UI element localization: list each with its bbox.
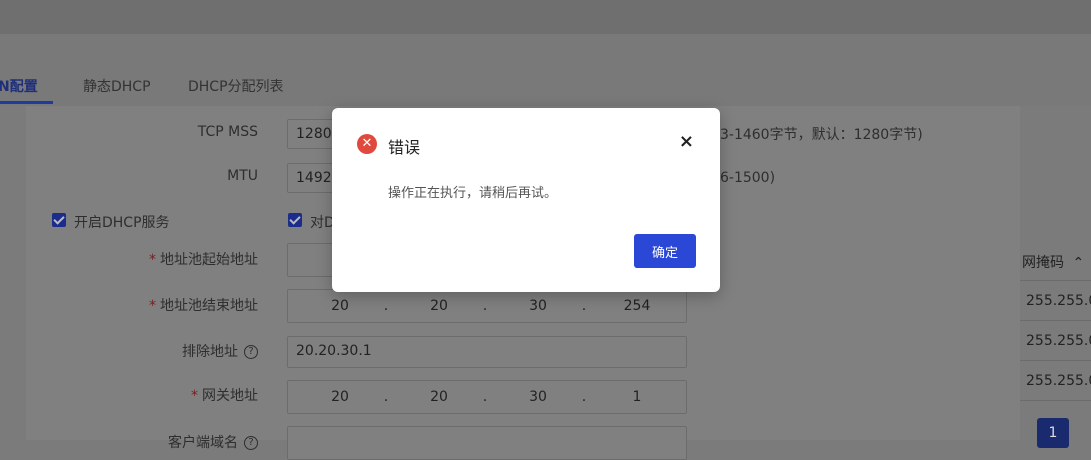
- tab-static-dhcp[interactable]: 静态DHCP: [83, 76, 151, 96]
- ip-dot: .: [581, 298, 587, 314]
- table-cell-mask: 255.255.0: [1026, 373, 1091, 389]
- ip-segment[interactable]: 30: [498, 290, 578, 322]
- tcp-mss-hint: 3-1460字节，默认：1280字节): [720, 127, 923, 143]
- ip-segment[interactable]: 20: [399, 381, 479, 413]
- tcp-mss-value: 1280: [296, 126, 332, 142]
- pool-end-ip-input[interactable]: 20 20 30 254 . . .: [287, 289, 687, 323]
- tab-bar: N配置 静态DHCP DHCP分配列表: [0, 34, 1091, 106]
- pagination-page-1[interactable]: 1: [1037, 418, 1069, 448]
- ip-segment[interactable]: 20: [300, 290, 380, 322]
- column-header-netmask[interactable]: 网掩码 ⌃: [1022, 252, 1084, 272]
- mtu-label: MTU: [227, 168, 258, 184]
- exclude-value: 20.20.30.1: [296, 343, 372, 359]
- exclude-label: 排除地址?: [182, 341, 258, 361]
- ip-dot: .: [482, 389, 488, 405]
- tcp-mss-label: TCP MSS: [197, 124, 258, 140]
- confirm-button[interactable]: 确定: [634, 234, 696, 268]
- tab-lan-config[interactable]: N配置: [0, 76, 38, 96]
- ip-dot: .: [383, 298, 389, 314]
- dhcp-service-checkbox[interactable]: [52, 213, 66, 227]
- ip-segment[interactable]: 254: [597, 290, 677, 322]
- dhcp-service-label: 开启DHCP服务: [74, 215, 170, 231]
- ip-segment[interactable]: 20: [300, 381, 380, 413]
- second-option-checkbox[interactable]: [288, 213, 302, 227]
- ip-dot: .: [581, 389, 587, 405]
- row-divider: [1020, 280, 1091, 281]
- dialog-title: 错误: [388, 138, 421, 157]
- pool-end-label-text: 地址池结束地址: [160, 298, 258, 314]
- pool-end-label: * 地址池结束地址: [149, 295, 258, 315]
- row-divider: [1020, 400, 1091, 401]
- error-circle-icon: ✕: [357, 134, 377, 154]
- required-star: *: [149, 298, 156, 314]
- mtu-value: 1492: [296, 170, 332, 186]
- gateway-ip-input[interactable]: 20 20 30 1 . . .: [287, 380, 687, 414]
- top-bar: [0, 0, 1091, 34]
- ip-dot: .: [383, 389, 389, 405]
- pool-start-label: * 地址池起始地址: [149, 249, 258, 269]
- sort-icon[interactable]: ⌃: [1072, 255, 1084, 271]
- client-domain-label: 客户端域名?: [168, 432, 258, 452]
- mtu-hint: 6-1500): [720, 170, 776, 186]
- tab-dhcp-allocation-list[interactable]: DHCP分配列表: [188, 76, 284, 96]
- required-star: *: [149, 252, 156, 268]
- gateway-label-text: 网关地址: [202, 388, 258, 404]
- error-dialog: ✕ 错误 × 操作正在执行，请稍后再试。 确定: [332, 108, 720, 292]
- exclude-label-text: 排除地址: [182, 344, 238, 360]
- left-edge: [0, 106, 26, 440]
- gateway-label: * 网关地址: [191, 385, 258, 405]
- question-circle-icon[interactable]: ?: [244, 345, 258, 359]
- table-right-area: [1020, 106, 1091, 440]
- client-domain-label-text: 客户端域名: [168, 435, 238, 451]
- row-divider: [1020, 320, 1091, 321]
- close-icon[interactable]: ×: [679, 131, 694, 152]
- ip-segment[interactable]: 30: [498, 381, 578, 413]
- ip-segment[interactable]: 20: [399, 290, 479, 322]
- ip-dot: .: [482, 298, 488, 314]
- required-star: *: [191, 388, 198, 404]
- pool-start-label-text: 地址池起始地址: [160, 252, 258, 268]
- column-header-label: 网掩码: [1022, 255, 1064, 271]
- table-cell-mask: 255.255.0: [1026, 293, 1091, 309]
- row-divider: [1020, 360, 1091, 361]
- client-domain-input[interactable]: [287, 426, 687, 460]
- question-circle-icon[interactable]: ?: [244, 436, 258, 450]
- active-tab-indicator: [0, 101, 53, 104]
- dialog-message: 操作正在执行，请稍后再试。: [388, 186, 558, 201]
- table-cell-mask: 255.255.0: [1026, 333, 1091, 349]
- ip-segment[interactable]: 1: [597, 381, 677, 413]
- exclude-input[interactable]: 20.20.30.1: [287, 336, 687, 368]
